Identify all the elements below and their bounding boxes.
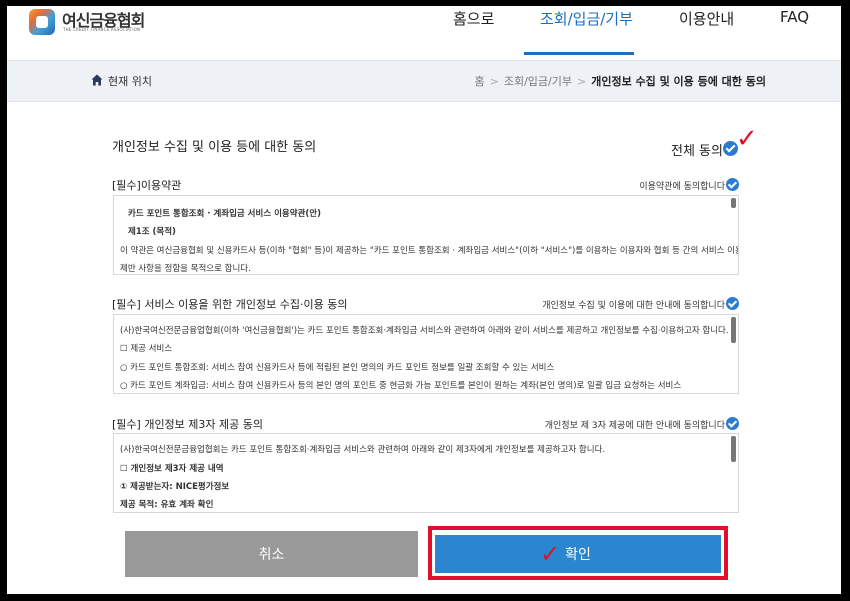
breadcrumb: 현재 위치 홈 > 조회/입금/기부 > 개인정보 수집 및 이용 등에 대한 동의 [7,61,841,102]
scrollbar-thumb[interactable] [731,436,736,462]
section-terms-title: [필수]이용약관 [112,179,182,192]
privacy-line: ○ 카드 포인트 계좌입금: 서비스 참여 신용카드사 등의 본인 명의 포인트… [120,381,682,391]
logo-subtitle: THE CREDIT FINANCE ASSOCIATION [63,27,141,32]
nav-guide[interactable]: 이용안내 [679,8,734,29]
breadcrumb-separator: > [577,75,587,88]
current-location-label: 현재 위치 [108,75,152,88]
nav-faq[interactable]: FAQ [780,8,809,26]
home-icon [91,74,103,86]
red-checkmark-annotation: ✓ [540,540,561,568]
page-title: 개인정보 수집 및 이용 등에 대한 동의 [112,140,317,155]
nav-home[interactable]: 홈으로 [453,8,494,29]
third-party-line: ① 제공받는자: NICE평가정보 [120,482,230,492]
terms-line: 이 약관은 여신금융협회 및 신용카드사 등(이하 "협회" 등)이 제공하는 … [120,246,739,256]
active-nav-indicator [524,52,634,55]
section-third-party-checkbox[interactable] [726,417,739,430]
terms-line: 제반 사항을 정함을 목적으로 합니다. [120,264,251,274]
cancel-button[interactable]: 취소 [125,531,418,577]
section-terms-agree-label[interactable]: 이용약관에 동의합니다 [639,179,725,192]
privacy-line: (사)한국여신전문금융업협회(이하 '여신금융협회')는 카드 포인트 통합조회… [120,326,729,336]
section-third-party-textbox[interactable]: (사)한국여신전문금융업협회는 카드 포인트 통합조회·계좌입금 서비스와 관련… [113,433,739,513]
section-terms-checkbox[interactable] [726,178,739,191]
privacy-line: ○ 카드 포인트 통합조회: 서비스 참여 신용카드사 등에 적립된 본인 명의… [120,363,555,373]
scrollbar-thumb[interactable] [731,317,736,343]
section-third-party-title: [필수] 개인정보 제3자 제공 동의 [112,418,264,431]
third-party-line: ☐ 개인정보 제3자 제공 내역 [120,464,224,474]
terms-line: 제1조 (목적) [128,227,176,237]
breadcrumb-current: 개인정보 수집 및 이용 등에 대한 동의 [591,75,766,88]
breadcrumb-inquiry[interactable]: 조회/입금/기부 [504,75,572,88]
third-party-line: (사)한국여신전문금융업협회는 카드 포인트 통합조회·계좌입금 서비스와 관련… [120,445,606,455]
breadcrumb-separator: > [489,75,499,88]
section-privacy-agree-label[interactable]: 개인정보 수집 및 이용에 대한 안내에 동의합니다 [542,298,725,311]
breadcrumb-trail: 홈 > 조회/입금/기부 > 개인정보 수집 및 이용 등에 대한 동의 [475,73,766,89]
section-third-party-agree-label[interactable]: 개인정보 제 3자 제공에 대한 안내에 동의합니다 [545,418,725,431]
breadcrumb-home[interactable]: 홈 [475,75,485,88]
privacy-line: ☐ 제공 서비스 [120,344,173,354]
section-terms-textbox[interactable]: 카드 포인트 통합조회 · 계좌입금 서비스 이용약관(안) 제1조 (목적) … [113,195,739,275]
red-checkmark-annotation: ✓ [736,124,758,154]
terms-line: 카드 포인트 통합조회 · 계좌입금 서비스 이용약관(안) [128,209,321,219]
site-header: 여신금융협회 THE CREDIT FINANCE ASSOCIATION 홈으… [7,6,841,61]
logo-icon[interactable] [29,9,55,35]
section-privacy-checkbox[interactable] [726,297,739,310]
page-frame: 여신금융협회 THE CREDIT FINANCE ASSOCIATION 홈으… [7,6,841,594]
agree-all-label[interactable]: 전체 동의 [671,140,723,159]
scrollbar-thumb[interactable] [731,198,736,208]
section-privacy-textbox[interactable]: (사)한국여신전문금융업협회(이하 '여신금융협회')는 카드 포인트 통합조회… [113,314,739,394]
third-party-line: 제공 목적: 유효 계좌 확인 [120,500,214,510]
confirm-button[interactable]: 확인 [435,535,721,573]
nav-inquiry[interactable]: 조회/입금/기부 [540,8,633,29]
section-privacy-title: [필수] 서비스 이용을 위한 개인정보 수집·이용 동의 [112,298,348,311]
